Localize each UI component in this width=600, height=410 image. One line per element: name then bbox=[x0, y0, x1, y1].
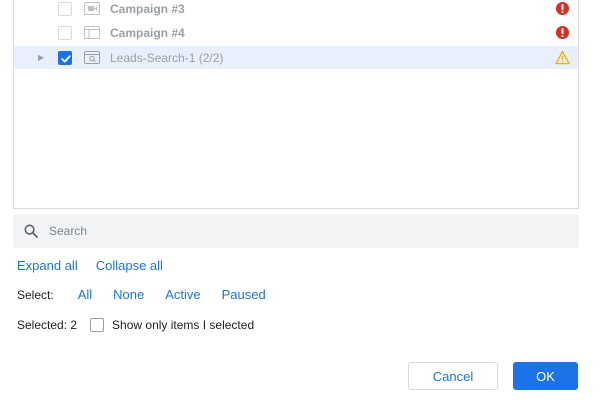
select-items-dialog: Campaign #3 Campaign #4 ▶ Leads-Search-1… bbox=[0, 0, 600, 410]
warning-icon bbox=[555, 50, 570, 65]
error-icon bbox=[555, 25, 570, 40]
select-active-link[interactable]: Active bbox=[165, 287, 200, 302]
row-label: Campaign #4 bbox=[110, 25, 185, 40]
select-all-link[interactable]: All bbox=[78, 287, 92, 302]
expand-arrow-icon[interactable]: ▶ bbox=[38, 53, 46, 63]
search-icon bbox=[24, 224, 38, 238]
select-label: Select: bbox=[17, 287, 54, 302]
select-none-link[interactable]: None bbox=[113, 287, 144, 302]
row-checkbox[interactable] bbox=[58, 25, 72, 40]
tree-row-campaign-3[interactable]: Campaign #3 bbox=[14, 0, 578, 20]
selected-row: Selected: 2 Show only items I selected bbox=[17, 318, 254, 332]
select-paused-link[interactable]: Paused bbox=[222, 287, 266, 302]
row-checkbox[interactable] bbox=[58, 50, 72, 65]
search-box bbox=[13, 214, 579, 248]
search-input[interactable] bbox=[49, 214, 569, 248]
display-campaign-icon bbox=[84, 26, 100, 39]
row-checkbox[interactable] bbox=[58, 1, 72, 16]
tree-row-leads-search-1[interactable]: ▶ Leads-Search-1 (2/2) bbox=[14, 46, 578, 69]
ok-button[interactable]: OK bbox=[513, 362, 578, 390]
row-label: Leads-Search-1 (2/2) bbox=[110, 50, 224, 65]
selected-count: Selected: 2 bbox=[17, 318, 78, 332]
tree-list: Campaign #3 Campaign #4 ▶ Leads-Search-1… bbox=[13, 0, 579, 209]
search-campaign-icon bbox=[84, 51, 100, 64]
row-label: Campaign #3 bbox=[110, 1, 185, 16]
cancel-button[interactable]: Cancel bbox=[408, 362, 498, 390]
checkmark-icon bbox=[61, 54, 71, 63]
show-only-selected-checkbox[interactable] bbox=[90, 318, 105, 332]
expand-collapse-links: Expand all Collapse all bbox=[17, 258, 181, 273]
tree-row-campaign-4[interactable]: Campaign #4 bbox=[14, 21, 578, 44]
select-filter-row: Select: All None Active Paused bbox=[17, 287, 287, 302]
error-icon bbox=[555, 1, 570, 16]
expand-all-link[interactable]: Expand all bbox=[17, 258, 78, 273]
show-only-selected-label[interactable]: Show only items I selected bbox=[112, 318, 254, 332]
collapse-all-link[interactable]: Collapse all bbox=[96, 258, 163, 273]
video-campaign-icon bbox=[84, 2, 100, 15]
